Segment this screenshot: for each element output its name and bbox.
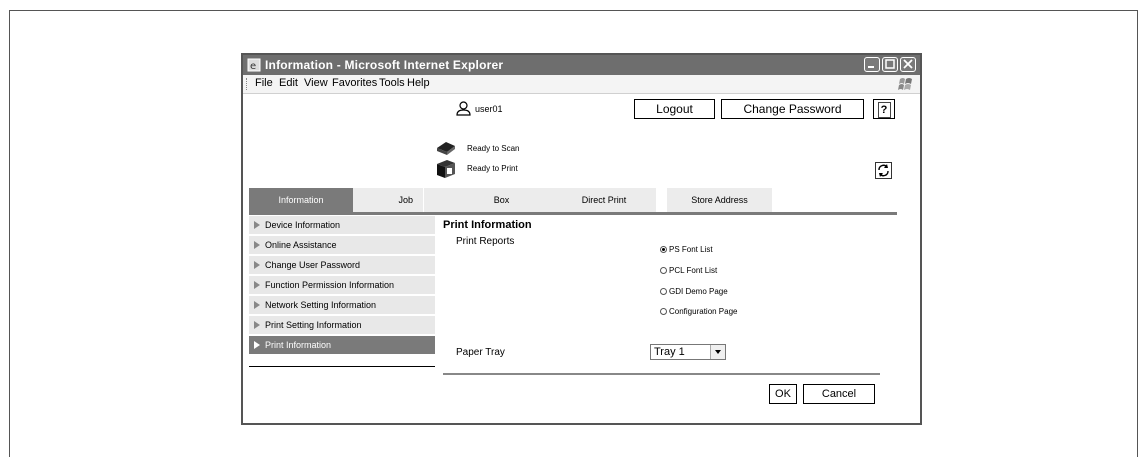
close-icon (903, 59, 913, 69)
radio-label: PS Font List (669, 245, 713, 254)
user-icon (456, 101, 471, 116)
chevron-down-icon[interactable] (710, 345, 725, 359)
tab-bar: Information Job Box Direct Print Store A… (249, 188, 897, 213)
menu-favorites[interactable]: Favorites (332, 77, 377, 89)
page-title: Print Information (443, 219, 532, 231)
arrow-right-icon (254, 321, 260, 329)
form-divider (443, 373, 880, 375)
sidebar-item-online-assistance[interactable]: Online Assistance (249, 236, 435, 255)
radio-unselected-icon (660, 308, 667, 315)
ie-logo-icon: e (247, 58, 261, 72)
print-status: Ready to Print (467, 164, 518, 173)
sidebar-item-change-user-password[interactable]: Change User Password (249, 256, 435, 275)
radio-pcl-font-list[interactable]: PCL Font List (660, 266, 717, 275)
sidebar-item-label: Print Setting Information (265, 320, 362, 330)
radio-label: GDI Demo Page (669, 287, 728, 296)
browser-window: e Information - Microsoft Internet Explo… (241, 53, 922, 425)
radio-ps-font-list[interactable]: PS Font List (660, 245, 713, 254)
printer-icon (437, 160, 455, 178)
menu-bar: File Edit View Favorites Tools Help (243, 75, 920, 94)
radio-unselected-icon (660, 267, 667, 274)
sidebar-item-label: Online Assistance (265, 240, 337, 250)
svg-text:e: e (250, 61, 256, 72)
page-content: user01 Logout Change Password ? Ready to… (243, 94, 920, 423)
scanner-icon (437, 142, 455, 155)
arrow-right-icon (254, 281, 260, 289)
sidebar-item-label: Device Information (265, 220, 341, 230)
sidebar-item-print-information[interactable]: Print Information (249, 336, 435, 355)
logout-button[interactable]: Logout (634, 99, 715, 119)
sidebar-item-print-setting-information[interactable]: Print Setting Information (249, 316, 435, 335)
ok-button[interactable]: OK (769, 384, 797, 404)
sidebar-item-label: Print Information (265, 340, 332, 350)
cancel-button[interactable]: Cancel (803, 384, 875, 404)
window-title: Information - Microsoft Internet Explore… (265, 58, 504, 72)
refresh-icon (878, 164, 889, 177)
help-button[interactable]: ? (873, 99, 895, 119)
sidebar-item-label: Network Setting Information (265, 300, 377, 310)
change-password-button[interactable]: Change Password (721, 99, 864, 119)
maximize-icon (885, 59, 895, 69)
radio-label: PCL Font List (669, 266, 718, 275)
minimize-button[interactable] (864, 57, 880, 72)
tab-job[interactable]: Job (353, 188, 423, 212)
menu-view[interactable]: View (304, 77, 328, 89)
maximize-button[interactable] (882, 57, 898, 72)
sidebar-divider (249, 366, 435, 367)
paper-tray-select[interactable]: Tray 1 (650, 344, 726, 360)
arrow-right-icon (254, 341, 260, 349)
radio-unselected-icon (660, 288, 667, 295)
close-button[interactable] (900, 57, 916, 72)
paper-tray-label: Paper Tray (456, 347, 505, 358)
tab-store-address[interactable]: Store Address (667, 188, 772, 212)
tab-information[interactable]: Information (249, 188, 353, 212)
username: user01 (475, 104, 503, 114)
arrow-right-icon (254, 241, 260, 249)
help-icon: ? (877, 102, 891, 118)
sidebar-item-label: Function Permission Information (265, 280, 395, 290)
menu-tools[interactable]: Tools (379, 77, 405, 89)
paper-tray-value: Tray 1 (654, 346, 685, 358)
sidebar-item-function-permission-information[interactable]: Function Permission Information (249, 276, 435, 295)
tab-underline (249, 212, 897, 215)
arrow-right-icon (254, 261, 260, 269)
scan-status: Ready to Scan (467, 144, 520, 153)
radio-selected-icon (660, 246, 667, 253)
tab-direct-print[interactable]: Direct Print (552, 188, 656, 212)
menu-help[interactable]: Help (407, 77, 430, 89)
menu-file[interactable]: File (255, 77, 273, 89)
sidebar: Device Information Online Assistance Cha… (249, 216, 435, 386)
toolbar-grip (246, 78, 249, 90)
arrow-right-icon (254, 301, 260, 309)
minimize-icon (868, 66, 874, 68)
radio-configuration-page[interactable]: Configuration Page (660, 307, 738, 316)
sidebar-item-network-setting-information[interactable]: Network Setting Information (249, 296, 435, 315)
refresh-button[interactable] (875, 162, 892, 179)
arrow-right-icon (254, 221, 260, 229)
radio-label: Configuration Page (669, 307, 738, 316)
windows-logo-icon (898, 78, 912, 90)
title-bar[interactable]: e Information - Microsoft Internet Explo… (243, 55, 920, 75)
print-reports-label: Print Reports (456, 236, 515, 247)
sidebar-item-label: Change User Password (265, 260, 361, 270)
sidebar-item-device-information[interactable]: Device Information (249, 216, 435, 235)
radio-gdi-demo-page[interactable]: GDI Demo Page (660, 287, 728, 296)
menu-edit[interactable]: Edit (279, 77, 298, 89)
